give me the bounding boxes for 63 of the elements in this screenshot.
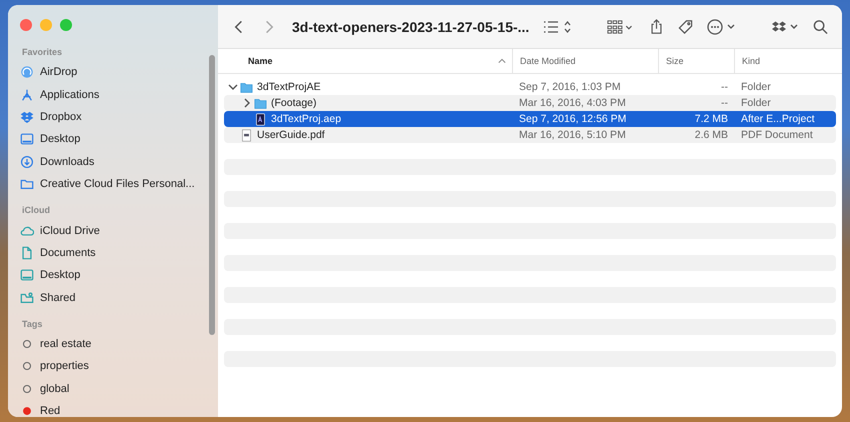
file-kind: PDF Document [741, 129, 813, 141]
doc-icon [20, 246, 34, 260]
sidebar-item[interactable]: Red [40, 405, 60, 417]
file-kind: After E...Project [741, 113, 815, 125]
column-header[interactable]: Name [248, 56, 273, 66]
sidebar-item[interactable]: Creative Cloud Files Personal... [40, 178, 195, 190]
share-icon[interactable] [649, 18, 664, 34]
document-icon [240, 128, 253, 142]
sidebar-heading: Tags [22, 318, 44, 329]
sidebar-heading: Favorites [22, 47, 64, 57]
sidebar-item[interactable]: Documents [40, 246, 96, 259]
more-actions-icon[interactable] [707, 18, 736, 34]
sidebar-item[interactable]: Shared [40, 292, 76, 304]
file-size: -- [721, 81, 728, 93]
sidebar-item[interactable]: iCloud Drive [40, 224, 100, 237]
file-kind: Folder [741, 97, 771, 109]
disclosure-chevron-icon[interactable] [228, 82, 238, 92]
file-size: 2.6 MB [694, 129, 728, 141]
date-modified: Mar 16, 2016, 5:10 PM [519, 129, 626, 141]
file-row[interactable]: (Footage) Mar 16, 2016, 4:03 PM -- Folder [224, 95, 836, 111]
dropbox-icon[interactable] [771, 18, 800, 34]
file-size: 7.2 MB [694, 113, 728, 125]
sidebar-item[interactable]: Desktop [40, 269, 80, 282]
date-modified: Mar 16, 2016, 4:03 PM [519, 97, 626, 109]
sidebar-heading: iCloud [22, 205, 51, 216]
list-view-icon[interactable] [543, 18, 572, 34]
column-header[interactable]: Date Modified [520, 56, 576, 66]
file-row[interactable]: UserGuide.pdf Mar 16, 2016, 5:10 PM 2.6 MB PDF Document [224, 127, 836, 143]
column-header[interactable]: Kind [742, 56, 760, 66]
tag-icon[interactable] [678, 18, 694, 34]
scrollbar[interactable] [209, 55, 215, 335]
file-kind: Folder [741, 81, 771, 93]
download-icon [20, 154, 34, 169]
folder-icon [20, 177, 34, 192]
file-name: (Footage) [271, 97, 317, 109]
file-name: 3dTextProj.aep [271, 113, 342, 125]
window-title: 3d-text-openers-2023-11-27-05-15-... [292, 18, 530, 34]
file-row[interactable]: 3dTextProj.aep Sep 7, 2016, 12:56 PM 7.2 MB After E...Project [224, 111, 836, 127]
file-name: UserGuide.pdf [257, 129, 325, 141]
date-modified: Sep 7, 2016, 12:56 PM [519, 113, 626, 125]
desktop-icon [20, 268, 34, 282]
desktop-icon [20, 132, 34, 146]
sort-chevron-icon [498, 58, 506, 64]
shared-icon [20, 290, 34, 305]
airdrop-icon [20, 65, 34, 80]
file-name: 3dTextProjAE [257, 81, 321, 93]
sidebar-item[interactable]: Downloads [40, 156, 94, 168]
disclosure-chevron-icon[interactable] [242, 98, 252, 108]
file-row[interactable]: 3dTextProjAE Sep 7, 2016, 1:03 PM -- Folder [224, 79, 836, 95]
sidebar-item[interactable]: Dropbox [40, 110, 82, 123]
sidebar-item[interactable]: Applications [40, 88, 100, 101]
sidebar-item[interactable]: global [40, 382, 70, 395]
sidebar-item[interactable]: properties [40, 360, 89, 372]
sidebar-item[interactable]: AirDrop [40, 66, 78, 78]
dropbox-icon [20, 110, 34, 124]
document-icon [254, 112, 267, 126]
date-modified: Sep 7, 2016, 1:03 PM [519, 81, 621, 93]
apps-icon [20, 88, 34, 102]
file-size: -- [721, 97, 728, 109]
sidebar-item[interactable]: Desktop [40, 133, 80, 146]
column-header[interactable]: Size [666, 56, 684, 66]
sidebar-item[interactable]: real estate [40, 338, 92, 350]
search-icon[interactable] [813, 18, 828, 34]
